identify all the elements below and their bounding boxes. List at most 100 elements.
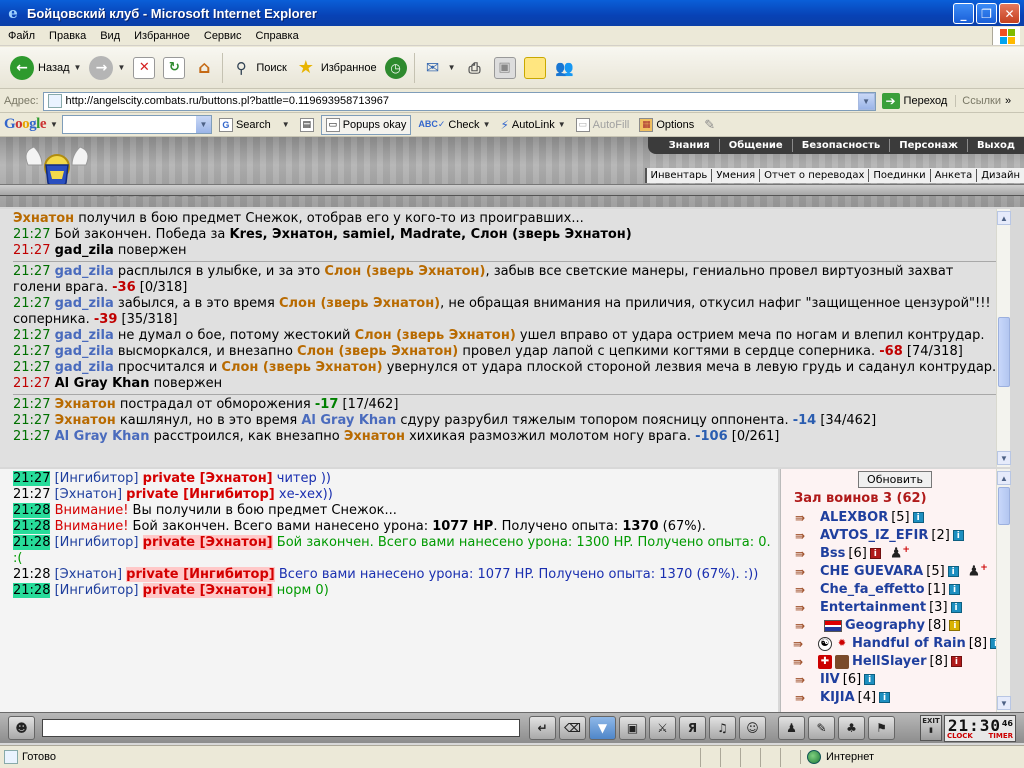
menu-favorites[interactable]: Избранное bbox=[126, 30, 196, 42]
subnav-profile[interactable]: Анкета bbox=[929, 169, 977, 182]
chat-recipient[interactable]: [Ингибитор] bbox=[55, 583, 139, 598]
highlight-button[interactable]: ✎ bbox=[701, 117, 718, 133]
google-menu-icon[interactable]: ▼ bbox=[50, 120, 58, 129]
fighter-name[interactable]: Слон (зверь Эхнатон) bbox=[324, 264, 485, 279]
forward-dropdown-icon[interactable]: ▼ bbox=[117, 63, 125, 72]
chat-recipient[interactable]: private [Ингибитор] bbox=[126, 567, 275, 582]
scroll-up-icon[interactable]: ▲ bbox=[997, 211, 1011, 225]
save-log-button[interactable]: ▣ bbox=[619, 716, 646, 740]
menu-tools[interactable]: Сервис bbox=[196, 30, 248, 42]
search-button[interactable]: ⚲ Поиск bbox=[226, 51, 290, 85]
scroll-up-icon[interactable]: ▲ bbox=[997, 471, 1011, 485]
scroll-down-icon[interactable]: ▼ bbox=[997, 696, 1011, 710]
alignment-icon[interactable]: ✚ bbox=[818, 654, 832, 669]
minimize-button[interactable]: _ bbox=[953, 3, 974, 24]
user-info-icon[interactable]: i bbox=[949, 584, 960, 595]
private-message-icon[interactable]: ⇛ bbox=[795, 583, 817, 597]
menu-file[interactable]: Файл bbox=[0, 30, 41, 42]
user-info-icon[interactable]: i bbox=[950, 602, 962, 613]
options-button[interactable]: ▦ Options bbox=[636, 117, 697, 132]
clan-flag-icon[interactable] bbox=[824, 619, 842, 632]
google-news-button[interactable]: ▤ bbox=[297, 117, 317, 132]
subnav-design[interactable]: Дизайн bbox=[976, 169, 1024, 182]
chat-time[interactable]: 21:28 bbox=[13, 503, 51, 518]
fighter-name[interactable]: gad_zila bbox=[55, 328, 114, 343]
google-logo[interactable]: Google bbox=[4, 116, 47, 133]
flag-button[interactable]: ⚑ bbox=[868, 716, 895, 740]
links-button[interactable]: Ссылки bbox=[955, 95, 1001, 107]
private-message-icon[interactable]: ⇛ bbox=[795, 529, 817, 543]
google-search-button[interactable]: G Search ▼ bbox=[216, 117, 293, 132]
clear-button[interactable]: ⌫ bbox=[559, 716, 586, 740]
home-button[interactable]: ⌂ bbox=[189, 51, 219, 85]
links-chevron-icon[interactable]: » bbox=[1001, 95, 1011, 107]
chat-recipient[interactable]: [Ингибитор] bbox=[55, 535, 139, 550]
fighter-name[interactable]: Слон (зверь Эхнатон) bbox=[279, 296, 440, 311]
fighter-name[interactable]: Эхнатон bbox=[344, 429, 405, 444]
chat-recipient[interactable]: private [Ингибитор] bbox=[126, 487, 275, 502]
edit-profile-button[interactable]: ✎ bbox=[808, 716, 835, 740]
forward-button[interactable]: → ▼ bbox=[85, 51, 129, 85]
group-button[interactable]: ♣ bbox=[838, 716, 865, 740]
chat-time[interactable]: 21:27 bbox=[13, 487, 50, 502]
chat-time[interactable]: 21:28 bbox=[13, 519, 51, 534]
fighter-name[interactable]: Kres, Эхнатон, samiel, Madrate, Слон (зв… bbox=[230, 227, 632, 242]
user-name[interactable]: Entertainment bbox=[820, 600, 926, 615]
user-name[interactable]: CHE GUEVARA bbox=[820, 564, 923, 579]
address-input[interactable]: http://angelscity.combats.ru/buttons.pl?… bbox=[42, 91, 876, 111]
mail-dropdown-icon[interactable]: ▼ bbox=[448, 63, 456, 72]
user-name[interactable]: AVTOS_IZ_EFIR bbox=[820, 528, 928, 543]
subnav-transfers[interactable]: Отчет о переводах bbox=[759, 169, 868, 182]
nav-security[interactable]: Безопасность bbox=[791, 139, 890, 152]
filter-button[interactable]: ▼ bbox=[589, 716, 616, 740]
scroll-thumb[interactable] bbox=[998, 317, 1010, 387]
fighter-name[interactable]: gad_zila bbox=[55, 264, 114, 279]
menu-view[interactable]: Вид bbox=[92, 30, 126, 42]
fighter-name[interactable]: Слон (зверь Эхнатон) bbox=[221, 360, 382, 375]
subnav-skills[interactable]: Умения bbox=[711, 169, 759, 182]
user-name[interactable]: KIJIA bbox=[820, 690, 855, 705]
maximize-button[interactable]: ❐ bbox=[976, 3, 997, 24]
go-button[interactable]: ➔ Переход bbox=[876, 93, 956, 109]
google-search-dropdown-arrow-icon[interactable]: ▼ bbox=[282, 120, 290, 129]
send-button[interactable]: ↵ bbox=[529, 716, 556, 740]
smiles-button[interactable]: ☺ bbox=[739, 716, 766, 740]
menu-help[interactable]: Справка bbox=[248, 30, 305, 42]
menu-edit[interactable]: Правка bbox=[41, 30, 92, 42]
fighter-name[interactable]: gad_zila bbox=[55, 243, 114, 258]
private-message-icon[interactable]: ⇛ bbox=[793, 637, 815, 651]
chat-input[interactable] bbox=[42, 719, 520, 737]
chat-recipient[interactable]: [Эхнатон] bbox=[55, 567, 122, 582]
user-name[interactable]: Che_fa_effetto bbox=[820, 582, 925, 597]
address-value[interactable]: http://angelscity.combats.ru/buttons.pl?… bbox=[66, 95, 858, 107]
nav-knowledge[interactable]: Знания bbox=[660, 139, 719, 152]
add-contact-icon[interactable]: ♟+ bbox=[890, 545, 910, 562]
back-button[interactable]: ← Назад ▼ bbox=[6, 51, 85, 85]
spellcheck-button[interactable]: ABC✓ Check ▼ bbox=[415, 119, 493, 131]
chat-time[interactable]: 21:28 bbox=[13, 535, 51, 550]
user-name[interactable]: IIV bbox=[820, 672, 840, 687]
discuss-button[interactable] bbox=[520, 51, 550, 85]
fighter-name[interactable]: Al Gray Khan bbox=[301, 413, 396, 428]
private-message-icon[interactable]: ⇛ bbox=[795, 547, 817, 561]
scroll-thumb[interactable] bbox=[998, 487, 1010, 525]
user-info-icon[interactable]: i bbox=[949, 620, 961, 631]
user-info-icon[interactable]: i bbox=[950, 656, 962, 667]
private-message-icon[interactable]: ⇛ bbox=[795, 601, 817, 615]
fighter-name[interactable]: Эхнатон bbox=[13, 211, 74, 226]
private-message-icon[interactable]: ⇛ bbox=[795, 619, 817, 633]
address-dropdown-icon[interactable]: ▼ bbox=[857, 92, 875, 110]
edit-button[interactable]: ▣ bbox=[490, 51, 520, 85]
private-message-icon[interactable]: ⇛ bbox=[795, 673, 817, 687]
chat-recipient[interactable]: [Ингибитор] bbox=[55, 471, 139, 486]
chat-time[interactable]: 21:28 bbox=[13, 567, 50, 582]
chat-recipient[interactable]: private [Эхнатон] bbox=[143, 471, 273, 486]
nav-exit[interactable]: Выход bbox=[966, 139, 1024, 152]
user-info-icon[interactable]: i bbox=[879, 692, 891, 703]
fighter-name[interactable]: Al Gray Khan bbox=[55, 429, 150, 444]
google-search-input[interactable]: ▼ bbox=[61, 115, 212, 134]
fighter-button[interactable]: ⚔ bbox=[649, 716, 676, 740]
autofill-button[interactable]: ▭ AutoFill bbox=[573, 117, 633, 132]
fighter-name[interactable]: Слон (зверь Эхнатон) bbox=[297, 344, 458, 359]
alignment-icon[interactable]: ☯ bbox=[818, 636, 832, 651]
